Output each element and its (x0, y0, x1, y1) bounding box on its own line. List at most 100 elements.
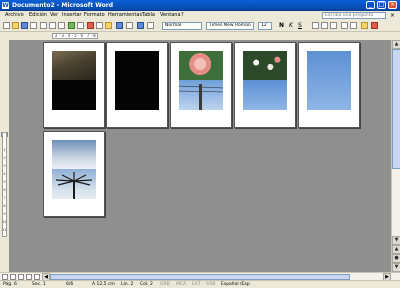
cloudy-sky-photo[interactable] (52, 140, 96, 169)
spelling-icon[interactable] (68, 22, 75, 29)
font-color-icon[interactable] (371, 22, 378, 29)
page-1[interactable] (43, 42, 105, 128)
page-4[interactable] (234, 42, 296, 128)
align-left-icon[interactable] (312, 22, 319, 29)
title-bar: W Documento2 - Microsoft Word _ □ × (0, 0, 400, 11)
paste-icon[interactable] (105, 22, 112, 29)
ruler-mark: 7 (3, 196, 6, 200)
hibiscus-photo[interactable] (179, 51, 223, 80)
powerline-sky-photo[interactable] (179, 80, 223, 110)
copy-icon[interactable] (96, 22, 103, 29)
menu-ver[interactable]: Ver (50, 12, 58, 19)
powerline-drawing (179, 84, 223, 110)
toolbar: Normal Times New Roman 12 N K S (0, 20, 400, 32)
table-icon[interactable] (137, 22, 144, 29)
page-2[interactable] (106, 42, 168, 128)
word-icon: W (2, 2, 9, 9)
previous-page-button[interactable]: ▲ (392, 245, 400, 254)
vertical-ruler: 1 2 3 4 5 6 7 8 9 10 11 (0, 40, 9, 272)
save-icon[interactable] (21, 22, 28, 29)
ruler-row: 2 · 3 · 4 · 5 · 6 · 7 · 8 · 9 · 10 · 11 … (0, 32, 400, 40)
menu-help[interactable]: ? (181, 12, 184, 19)
menu-insertar[interactable]: Insertar (62, 12, 81, 19)
new-document-icon[interactable] (3, 22, 10, 29)
status-bar: Pág. 6 Sec. 1 6/6 A 12,5 cm Lín. 2 Col. … (0, 280, 400, 288)
research-icon[interactable] (77, 22, 84, 29)
status-position: A 12,5 cm (92, 282, 115, 287)
align-right-icon[interactable] (330, 22, 337, 29)
status-mode-record[interactable]: GRB (160, 282, 170, 288)
menu-bar: Archivo Edición Ver Insertar Formato Her… (0, 11, 400, 20)
ruler-mark: 6 (3, 188, 6, 192)
status-mode-extend[interactable]: EXT (192, 282, 201, 288)
highlight-icon[interactable] (361, 22, 368, 29)
email-icon[interactable] (40, 22, 47, 29)
bold-button[interactable]: N (279, 22, 284, 30)
status-mode-track[interactable]: MCA (176, 282, 186, 288)
scroll-up-button[interactable]: ▲ (392, 40, 400, 49)
palm-tree-photo[interactable] (52, 169, 96, 199)
black-photo[interactable] (115, 51, 159, 110)
maximize-button[interactable]: □ (377, 1, 386, 9)
ruler-mark: 5 (3, 180, 6, 184)
menu-archivo[interactable]: Archivo (5, 12, 24, 19)
ruler-mark: 10 (2, 220, 7, 224)
window-title: Documento2 - Microsoft Word (12, 2, 114, 9)
flower-bush-photo[interactable] (243, 51, 287, 80)
status-page: Pág. 6 (3, 282, 17, 287)
page-6[interactable] (43, 131, 105, 217)
style-select[interactable]: Normal (162, 22, 202, 30)
print-preview-icon[interactable] (58, 22, 65, 29)
horizontal-ruler[interactable]: 2 · 3 · 4 · 5 · 6 · 7 · 8 · 9 · 10 · 11 … (52, 33, 98, 39)
redo-icon[interactable] (126, 22, 133, 29)
dark-photo[interactable] (52, 80, 96, 110)
italic-button[interactable]: K (289, 22, 293, 30)
page-3[interactable] (170, 42, 232, 128)
print-icon[interactable] (49, 22, 56, 29)
scroll-down-button[interactable]: ▼ (392, 236, 400, 245)
permission-icon[interactable] (30, 22, 37, 29)
vertical-scrollbar[interactable]: ▲ ▼ ▲ ● ▼ (391, 40, 400, 272)
status-mode-overtype[interactable]: SOB (206, 282, 216, 288)
ruler-mark: 8 (3, 204, 6, 208)
help-search-input[interactable]: Escriba una pregunta (322, 12, 386, 19)
show-hide-icon[interactable] (147, 22, 154, 29)
menu-herramientas[interactable]: Herramientas (108, 12, 142, 19)
ruler-mark: 2 (3, 156, 6, 160)
ruler-mark: 11 (2, 228, 7, 232)
status-language[interactable]: Español (Esp (221, 282, 250, 288)
menu-formato[interactable]: Formato (84, 12, 105, 19)
browse-object-button[interactable]: ● (392, 254, 400, 263)
font-size-select[interactable]: 12 (258, 22, 272, 30)
status-page-count: 6/6 (66, 282, 74, 287)
align-center-icon[interactable] (321, 22, 328, 29)
underline-button[interactable]: S (298, 22, 302, 30)
numbering-icon[interactable] (341, 22, 348, 29)
ruler-mark: 1 (3, 148, 6, 152)
menu-tabla[interactable]: Tabla (142, 12, 155, 19)
status-line: Lín. 2 (121, 282, 134, 287)
blue-sky-full-photo[interactable] (307, 51, 351, 110)
bullets-icon[interactable] (350, 22, 357, 29)
ruler-mark: 9 (3, 212, 6, 216)
status-section: Sec. 1 (32, 282, 46, 287)
horizontal-scrollbar[interactable]: ◀ ▶ (0, 272, 400, 281)
font-select[interactable]: Times New Roman (206, 22, 254, 30)
menu-ventana[interactable]: Ventana (160, 12, 181, 19)
menu-edicion[interactable]: Edición (29, 12, 47, 19)
ruler-mark: 3 (3, 164, 6, 168)
palm-tree-drawing (55, 172, 93, 199)
page-5[interactable] (298, 42, 360, 128)
close-button[interactable]: × (388, 1, 397, 9)
hand-photo[interactable] (52, 51, 96, 80)
document-area[interactable] (9, 40, 391, 272)
open-folder-icon[interactable] (12, 22, 19, 29)
vertical-scroll-thumb[interactable] (392, 49, 400, 169)
undo-icon[interactable] (116, 22, 123, 29)
cut-icon[interactable] (87, 22, 94, 29)
blue-sky-photo[interactable] (243, 80, 287, 110)
minimize-button[interactable]: _ (366, 1, 375, 9)
next-page-button[interactable]: ▼ (392, 263, 400, 272)
status-column: Col. 2 (140, 282, 153, 287)
close-document-icon[interactable]: × (390, 11, 395, 20)
